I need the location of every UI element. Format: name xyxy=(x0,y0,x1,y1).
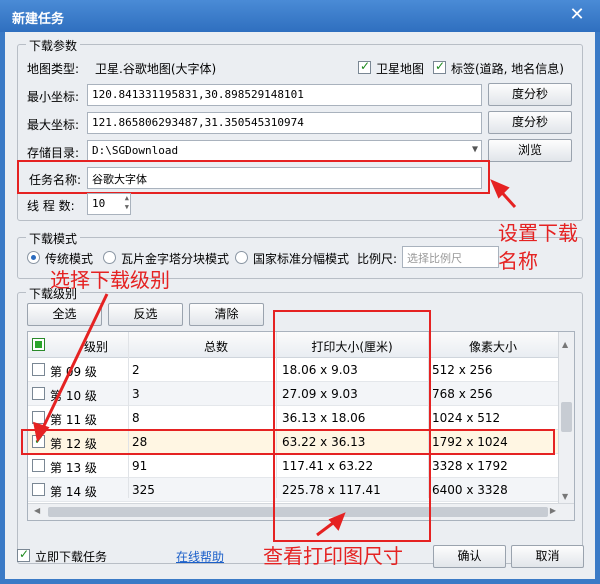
title-bar: 新建任务 ✕ xyxy=(0,0,600,32)
close-icon[interactable]: ✕ xyxy=(564,4,590,28)
arrow-to-level12 xyxy=(39,293,109,433)
arrowhead-level12 xyxy=(33,421,50,443)
dialog-title: 新建任务 xyxy=(12,12,65,27)
dialog-body: 下载参数 地图类型: 卫星.谷歌地图(大字体) 卫星地图 标签(道路, 地名信息… xyxy=(5,32,595,579)
annotation-arrows xyxy=(33,179,517,537)
new-task-dialog: 新建任务 ✕ 下载参数 地图类型: 卫星.谷歌地图(大字体) 卫星地图 标签(道… xyxy=(0,0,600,584)
arrowhead-print-size xyxy=(328,512,346,531)
